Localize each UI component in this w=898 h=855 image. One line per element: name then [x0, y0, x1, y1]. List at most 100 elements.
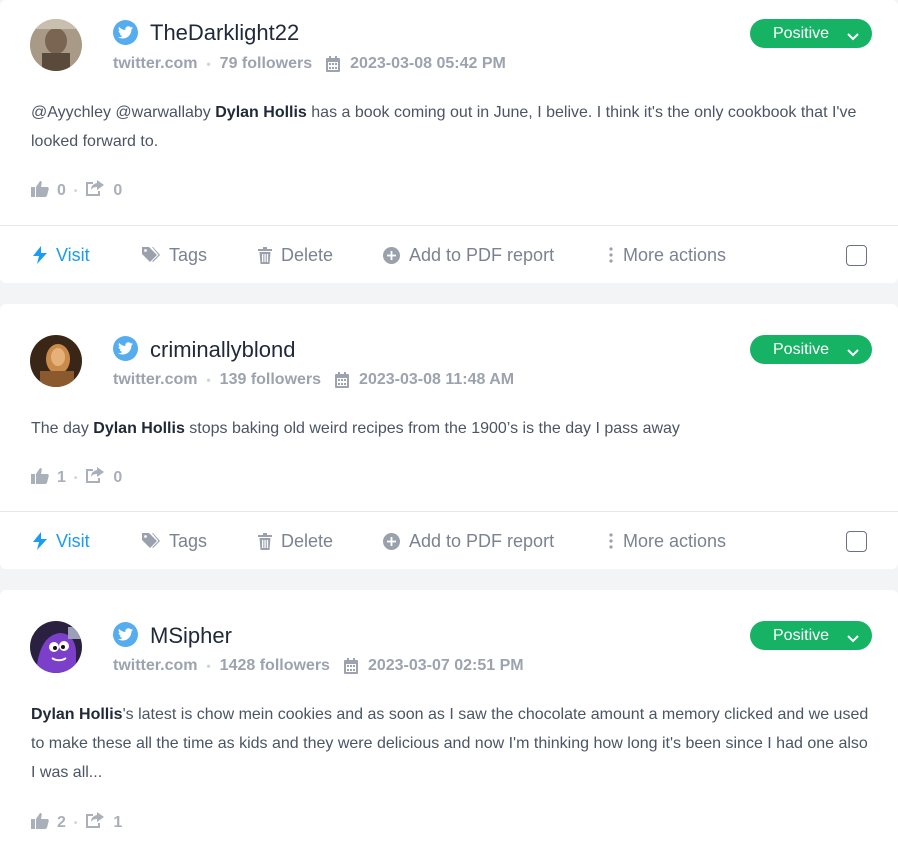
more-actions-button[interactable]: More actions — [608, 245, 726, 266]
more-actions-button[interactable]: More actions — [608, 531, 726, 552]
followers-count: 139 followers — [219, 371, 322, 388]
chevron-down-icon — [847, 28, 859, 46]
mention-card: MSipher twitter.com • 1428 followers 202… — [0, 590, 898, 855]
sentiment-dropdown[interactable]: Positive — [750, 19, 872, 48]
visit-label: Visit — [56, 530, 90, 551]
shares-count: 0 — [113, 182, 123, 199]
add-pdf-label: Add to PDF report — [409, 244, 555, 265]
engagement-stats: 2 • 1 — [31, 812, 122, 834]
plus-circle-icon — [383, 532, 400, 550]
post-text: The day Dylan Hollis stops baking old we… — [31, 414, 871, 443]
vertical-dots-icon — [609, 247, 613, 263]
keyword-highlight: Dylan Hollis — [31, 706, 123, 723]
separator: • — [206, 373, 211, 387]
post-text: Dylan Hollis's latest is chow mein cooki… — [31, 700, 871, 787]
add-pdf-label: Add to PDF report — [409, 530, 555, 551]
trash-icon — [258, 246, 272, 264]
twitter-icon — [113, 336, 138, 361]
chevron-down-icon — [847, 630, 859, 648]
post-text: @Ayychley @warwallaby Dylan Hollis has a… — [31, 98, 871, 156]
tag-icon — [142, 533, 160, 548]
author-name[interactable]: MSipher — [150, 623, 232, 649]
plus-circle-icon — [383, 246, 400, 264]
share-icon — [85, 812, 105, 834]
sentiment-label: Positive — [773, 626, 830, 644]
action-bar: Visit Tags Delete Add to PDF report More… — [0, 512, 898, 570]
tags-button[interactable]: Tags — [142, 245, 207, 266]
tag-icon — [142, 247, 160, 262]
visit-button[interactable]: Visit — [33, 245, 90, 266]
sentiment-label: Positive — [773, 340, 830, 358]
source-label: twitter.com — [113, 55, 198, 72]
followers-count: 79 followers — [219, 55, 313, 72]
separator: • — [73, 185, 78, 197]
source-label: twitter.com — [113, 371, 198, 388]
post-meta: twitter.com • 79 followers 2023-03-08 05… — [113, 55, 506, 73]
mentions-feed: TheDarklight22 twitter.com • 79 follower… — [0, 0, 898, 855]
thumbs-up-icon — [31, 812, 49, 834]
bolt-icon — [33, 532, 47, 550]
engagement-stats: 0 • 0 — [31, 180, 122, 202]
mention-card: TheDarklight22 twitter.com • 79 follower… — [0, 0, 898, 283]
shares-count: 0 — [113, 469, 123, 486]
avatar[interactable] — [30, 19, 82, 71]
add-to-pdf-button[interactable]: Add to PDF report — [383, 531, 554, 552]
source-label: twitter.com — [113, 657, 198, 674]
delete-button[interactable]: Delete — [258, 531, 333, 552]
share-icon — [85, 467, 105, 489]
add-to-pdf-button[interactable]: Add to PDF report — [383, 245, 554, 266]
post-datetime: 2023-03-08 11:48 AM — [359, 371, 515, 388]
post-datetime: 2023-03-07 02:51 PM — [367, 657, 524, 674]
twitter-icon — [113, 20, 138, 45]
sentiment-label: Positive — [773, 24, 830, 42]
twitter-icon — [113, 622, 138, 647]
select-checkbox[interactable] — [846, 244, 867, 266]
thumbs-up-icon — [31, 180, 49, 202]
delete-button[interactable]: Delete — [258, 245, 333, 266]
post-datetime: 2023-03-08 05:42 PM — [350, 55, 506, 72]
more-actions-label: More actions — [623, 530, 727, 551]
text-after: 's latest is chow mein cookies and as so… — [31, 706, 869, 781]
bolt-icon — [33, 246, 47, 264]
chevron-down-icon — [847, 344, 859, 362]
author-name[interactable]: criminallyblond — [150, 337, 296, 363]
avatar[interactable] — [30, 621, 82, 673]
delete-label: Delete — [281, 244, 334, 265]
select-checkbox[interactable] — [846, 530, 867, 552]
tags-label: Tags — [169, 530, 208, 551]
thumbs-up-icon — [31, 467, 49, 489]
visit-button[interactable]: Visit — [33, 531, 90, 552]
followers-count: 1428 followers — [219, 657, 330, 674]
delete-label: Delete — [281, 530, 334, 551]
post-meta: twitter.com • 139 followers 2023-03-08 1… — [113, 371, 514, 389]
engagement-stats: 1 • 0 — [31, 467, 122, 489]
visit-label: Visit — [56, 244, 90, 265]
likes-count: 0 — [57, 182, 66, 199]
calendar-icon — [343, 658, 358, 674]
text-before: The day — [31, 420, 94, 437]
avatar[interactable] — [30, 335, 82, 387]
separator: • — [206, 57, 211, 71]
keyword-highlight: Dylan Hollis — [93, 420, 185, 437]
vertical-dots-icon — [609, 533, 613, 549]
likes-count: 2 — [57, 814, 66, 831]
text-after: stops baking old weird recipes from the … — [184, 420, 680, 437]
post-meta: twitter.com • 1428 followers 2023-03-07 … — [113, 657, 524, 675]
action-bar: Visit Tags Delete Add to PDF report More… — [0, 226, 898, 284]
share-icon — [85, 180, 105, 202]
keyword-highlight: Dylan Hollis — [215, 104, 307, 121]
separator: • — [206, 659, 211, 673]
separator: • — [73, 472, 78, 484]
shares-count: 1 — [113, 814, 123, 831]
trash-icon — [258, 532, 272, 550]
sentiment-dropdown[interactable]: Positive — [750, 335, 872, 364]
sentiment-dropdown[interactable]: Positive — [750, 621, 872, 650]
calendar-icon — [326, 56, 341, 72]
author-name[interactable]: TheDarklight22 — [150, 20, 299, 46]
tags-button[interactable]: Tags — [142, 531, 207, 552]
mention-card: criminallyblond twitter.com • 139 follow… — [0, 304, 898, 569]
likes-count: 1 — [57, 469, 66, 486]
more-actions-label: More actions — [623, 244, 727, 265]
tags-label: Tags — [169, 244, 208, 265]
calendar-icon — [335, 372, 350, 388]
